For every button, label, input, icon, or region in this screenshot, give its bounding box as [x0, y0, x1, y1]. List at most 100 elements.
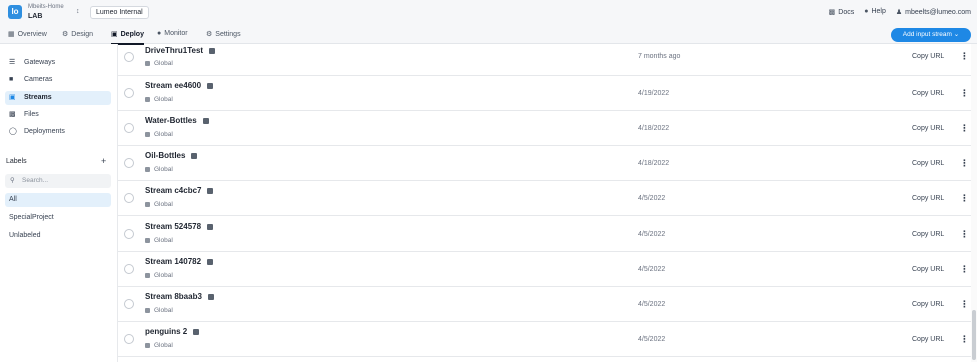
design-icon: ⚙ [62, 31, 69, 38]
top-bar: lo Mbeits-Home LAB ↕ Lumeo Internal ▩ Doc… [0, 0, 977, 26]
row-checkbox[interactable] [124, 88, 134, 98]
stream-name[interactable]: Stream 524578 [145, 222, 214, 231]
stream-scope-text: Global [154, 237, 173, 244]
more-options-icon[interactable]: ⋮ [960, 158, 969, 169]
copy-url-button[interactable]: Copy URL [912, 336, 944, 343]
monitor-icon: ● [157, 30, 162, 37]
workspace-badge[interactable]: Lumeo Internal [90, 6, 149, 19]
stream-name[interactable]: Stream ee4600 [145, 81, 214, 90]
sidebar-item-deployments[interactable]: ◯ Deployments [5, 125, 111, 139]
more-options-icon[interactable]: ⋮ [960, 51, 969, 62]
tab-design[interactable]: ⚙ Design [62, 30, 93, 38]
row-checkbox[interactable] [124, 229, 134, 239]
stream-scope-text: Global [154, 96, 173, 103]
scrollbar-thumb[interactable] [972, 310, 976, 360]
stream-row[interactable]: Stream 8baab3 Global 4/5/2022 Copy URL ⋮ [118, 287, 971, 322]
copy-url-button[interactable]: Copy URL [912, 301, 944, 308]
row-checkbox[interactable] [124, 299, 134, 309]
tab-settings-label: Settings [215, 31, 241, 38]
stream-row[interactable]: Water-Bottles Global 4/18/2022 Copy URL ⋮ [118, 111, 971, 146]
sidebar-item-label: Cameras [24, 76, 53, 83]
more-options-icon[interactable]: ⋮ [960, 193, 969, 204]
add-label-plus-icon[interactable]: + [101, 156, 106, 166]
more-options-icon[interactable]: ⋮ [960, 299, 969, 310]
copy-url-button[interactable]: Copy URL [912, 266, 944, 273]
label-item-unlabeled[interactable]: Unlabeled [5, 229, 111, 243]
copy-url-button[interactable]: Copy URL [912, 53, 944, 60]
chevron-down-icon: ⌄ [953, 31, 960, 38]
stream-icon: ▣ [9, 94, 16, 101]
search-icon: ⚲ [10, 177, 15, 184]
label-search-input[interactable]: ⚲ Search... [5, 174, 111, 188]
stream-name[interactable]: DriveThru1Test [145, 46, 216, 55]
tab-overview[interactable]: ▦ Overview [8, 30, 47, 38]
stream-name[interactable]: Stream c4cbc7 [145, 186, 214, 195]
stream-date: 4/18/2022 [638, 160, 670, 167]
more-options-icon[interactable]: ⋮ [960, 123, 969, 134]
stream-scope-text: Global [154, 166, 173, 173]
lumeo-logo-icon[interactable]: lo [8, 5, 22, 19]
globe-icon [145, 237, 150, 243]
sidebar-item-files[interactable]: ▩ Files [5, 108, 111, 122]
copy-url-button[interactable]: Copy URL [912, 90, 944, 97]
row-checkbox[interactable] [124, 123, 134, 133]
sidebar-item-cameras[interactable]: ■ Cameras [5, 73, 111, 87]
stream-name[interactable]: Water-Bottles [145, 116, 209, 125]
stream-scope-text: Global [154, 342, 173, 349]
add-input-stream-button[interactable]: Add input stream ⌄ [891, 28, 971, 42]
copy-url-button[interactable]: Copy URL [912, 160, 944, 167]
nav-bar: ▦ Overview ⚙ Design ▣ Deploy ● Monitor ⚙ Sett… [0, 26, 977, 45]
stream-row[interactable]: Stream 524578 Global 4/5/2022 Copy URL ⋮ [118, 217, 971, 252]
stream-row[interactable]: penguins 2 Global 4/5/2022 Copy URL ⋮ [118, 322, 971, 357]
tab-monitor-label: Monitor [164, 30, 188, 37]
stream-scope: Global [145, 201, 173, 208]
stream-scope: Global [145, 237, 173, 244]
org-switcher[interactable]: Mbeits-Home LAB [28, 3, 64, 21]
docs-link[interactable]: ▩ Docs [829, 8, 855, 16]
row-checkbox[interactable] [124, 158, 134, 168]
sidebar-item-streams[interactable]: ▣ Streams [5, 91, 111, 105]
more-options-icon[interactable]: ⋮ [960, 88, 969, 99]
copy-url-button[interactable]: Copy URL [912, 195, 944, 202]
stream-row[interactable]: Oil-Bottles Global 4/18/2022 Copy URL ⋮ [118, 146, 971, 181]
stream-name[interactable]: Stream 140782 [145, 257, 214, 266]
gateway-icon: ☰ [9, 59, 16, 66]
tab-deploy-label: Deploy [120, 31, 144, 38]
row-checkbox[interactable] [124, 193, 134, 203]
stream-name[interactable]: penguins 2 [145, 327, 200, 336]
gear-icon: ⚙ [206, 31, 213, 38]
more-options-icon[interactable]: ⋮ [960, 229, 969, 240]
stream-scope-text: Global [154, 201, 173, 208]
camera-icon [207, 258, 214, 265]
globe-icon [145, 342, 150, 348]
help-link[interactable]: ● Help [864, 8, 886, 16]
stream-name[interactable]: Stream 8baab3 [145, 292, 214, 301]
stream-name[interactable]: Oil-Bottles [145, 151, 198, 160]
stream-row[interactable]: Stream 140782 Global 4/5/2022 Copy URL ⋮ [118, 252, 971, 287]
tab-design-label: Design [71, 31, 94, 38]
user-menu[interactable]: ♟ mbeelts@lumeo.com [896, 8, 971, 16]
label-item-specialproject[interactable]: SpecialProject [5, 211, 111, 225]
stream-row[interactable]: Stream c4cbc7 Global 4/5/2022 Copy URL ⋮ [118, 181, 971, 216]
stream-row[interactable]: DriveThru1Test Global 7 months ago Copy URL… [118, 44, 971, 76]
more-options-icon[interactable]: ⋮ [960, 334, 969, 345]
label-item-all[interactable]: All [5, 193, 111, 207]
stream-scope: Global [145, 96, 173, 103]
copy-url-button[interactable]: Copy URL [912, 125, 944, 132]
stream-row[interactable]: Stream ee4600 Global 4/19/2022 Copy URL ⋮ [118, 76, 971, 111]
tab-deploy[interactable]: ▣ Deploy [111, 30, 144, 45]
copy-url-button[interactable]: Copy URL [912, 231, 944, 238]
add-input-stream-label: Add input stream [902, 31, 952, 38]
more-options-icon[interactable]: ⋮ [960, 264, 969, 275]
sidebar-item-gateways[interactable]: ☰ Gateways [5, 56, 111, 70]
row-checkbox[interactable] [124, 52, 134, 62]
chevron-updown-icon[interactable]: ↕ [76, 8, 80, 15]
row-checkbox[interactable] [124, 334, 134, 344]
tab-settings[interactable]: ⚙ Settings [206, 30, 241, 38]
stream-scope: Global [145, 60, 173, 67]
stream-date: 4/5/2022 [638, 266, 666, 273]
row-checkbox[interactable] [124, 264, 134, 274]
stream-scope: Global [145, 307, 173, 314]
tab-monitor[interactable]: ● Monitor [157, 30, 188, 37]
stream-scope: Global [145, 166, 173, 173]
